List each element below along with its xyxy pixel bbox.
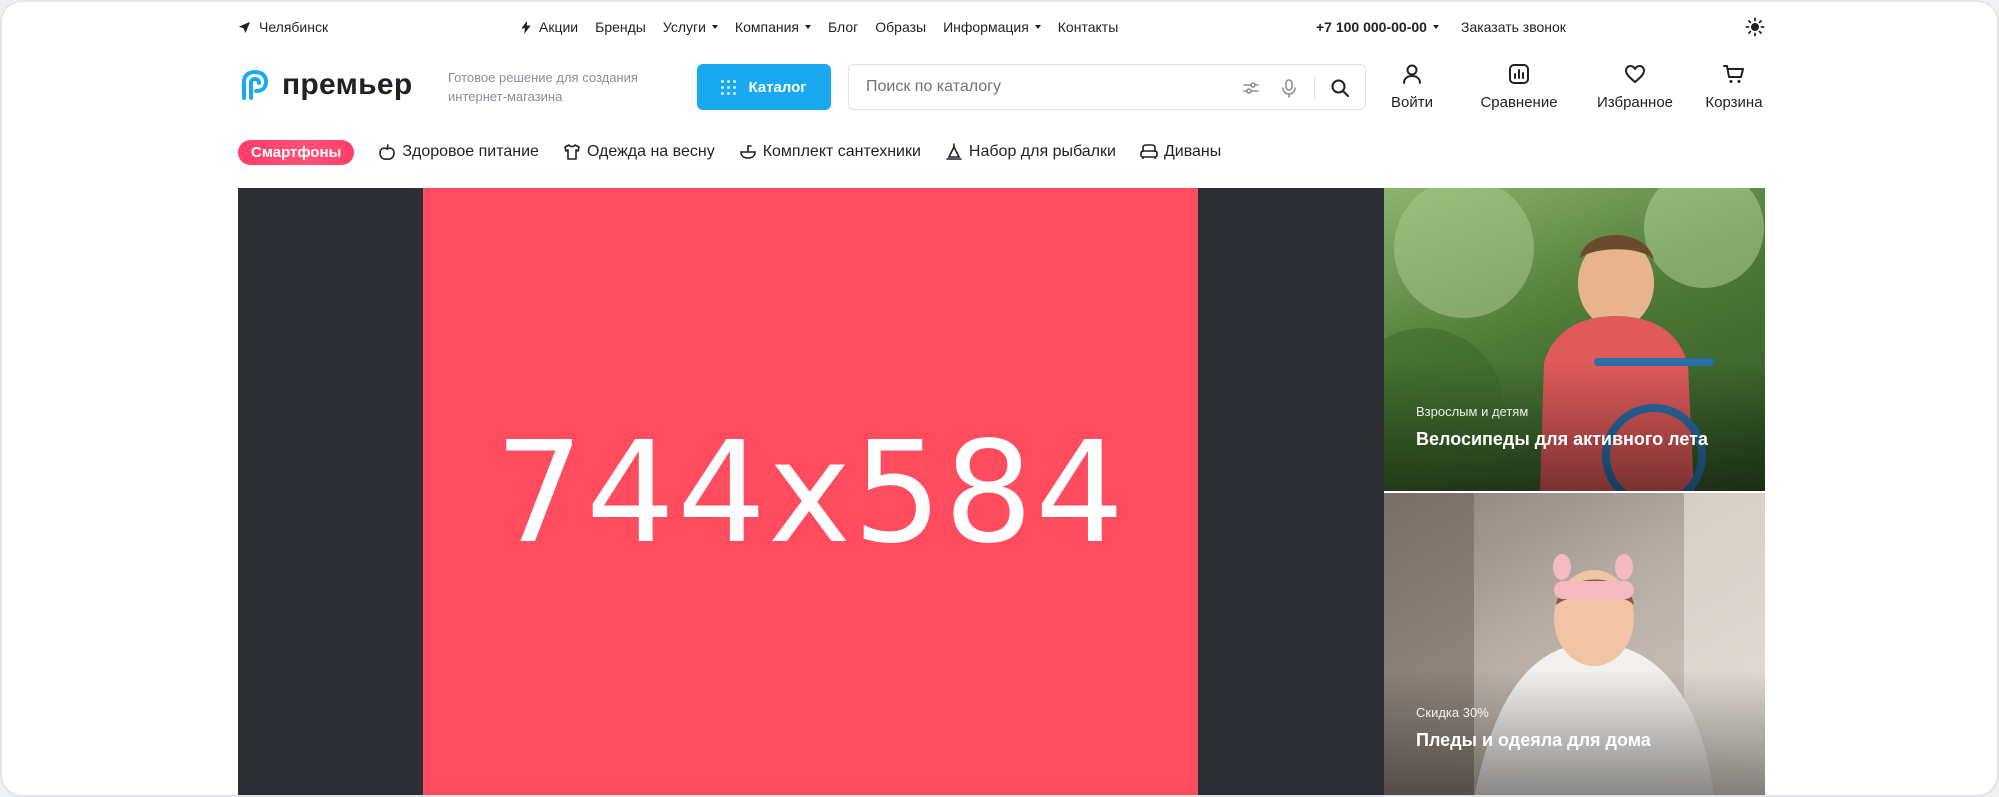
apple-icon <box>379 144 396 160</box>
favorites-label: Избранное <box>1596 94 1674 111</box>
header-actions: Войти Сравнение Избранное Корзина <box>1388 62 1766 111</box>
side-banner-title: Велосипеды для активного лета <box>1416 429 1708 449</box>
category-spring-clothes[interactable]: Одежда на весну <box>563 143 715 161</box>
side-banner-caption: Взрослым и детям Велосипеды для активног… <box>1416 404 1708 450</box>
cart-label: Корзина <box>1705 94 1763 111</box>
logo-text: премьер <box>282 68 413 101</box>
top-nav-label: Бренды <box>595 19 646 35</box>
top-nav-item-looks[interactable]: Образы <box>875 19 926 35</box>
microphone-icon[interactable] <box>1279 78 1299 98</box>
category-label: Диваны <box>1163 143 1222 160</box>
top-nav-item-promo[interactable]: Акции <box>520 19 578 35</box>
top-nav-item-info[interactable]: Информация <box>943 19 1041 35</box>
city-selector[interactable]: Челябинск <box>238 19 328 35</box>
top-nav-label: Акции <box>539 19 579 35</box>
side-banner-blankets[interactable]: Скидка 30% Пледы и одеяла для дома <box>1384 493 1765 795</box>
location-arrow-icon <box>238 21 251 33</box>
sink-icon <box>739 145 756 159</box>
city-label: Челябинск <box>259 19 329 35</box>
callback-link[interactable]: Заказать звонок <box>1461 19 1566 35</box>
phone-label: +7 100 000-00-00 <box>1316 19 1427 35</box>
main-banner[interactable]: 744x584 <box>238 188 1384 795</box>
sofa-icon <box>1140 144 1158 159</box>
lightning-icon <box>521 20 531 34</box>
category-plumbing[interactable]: Комплект сантехники <box>739 143 921 161</box>
category-label: Одежда на весну <box>586 143 715 160</box>
category-label: Набор для рыбалки <box>968 143 1116 160</box>
top-nav-item-contacts[interactable]: Контакты <box>1058 19 1118 35</box>
user-icon <box>1403 64 1421 84</box>
top-nav-label: Информация <box>943 19 1029 35</box>
phone-number[interactable]: +7 100 000-00-00 <box>1316 19 1439 35</box>
heart-icon <box>1625 65 1645 83</box>
page-frame: Челябинск Акции Бренды Услуги Компания Б… <box>0 0 1999 797</box>
top-nav-item-company[interactable]: Компания <box>735 19 811 35</box>
cart-button[interactable]: Корзина <box>1702 62 1766 111</box>
top-nav-label: Услуги <box>662 19 706 35</box>
login-button[interactable]: Войти <box>1388 62 1436 111</box>
catalog-button[interactable]: Каталог <box>697 64 831 110</box>
search-icon[interactable] <box>1330 78 1350 98</box>
logo-mark-icon <box>242 69 269 100</box>
shirt-icon <box>564 144 580 160</box>
caret-down-icon <box>1432 25 1439 29</box>
chart-icon <box>1509 64 1529 84</box>
compare-button[interactable]: Сравнение <box>1479 62 1559 111</box>
header: премьер Готовое решение для создания инт… <box>238 62 1765 114</box>
login-label: Войти <box>1391 94 1433 111</box>
logo[interactable]: премьер <box>238 68 412 102</box>
top-nav-item-brands[interactable]: Бренды <box>595 19 646 35</box>
caret-down-icon <box>1034 25 1041 29</box>
top-nav: Акции Бренды Услуги Компания Блог Образы… <box>520 19 1135 35</box>
top-nav-label: Компания <box>734 19 799 35</box>
side-banner-caption: Скидка 30% Пледы и одеяла для дома <box>1416 705 1651 751</box>
side-banner-subtitle: Взрослым и детям <box>1416 404 1529 419</box>
banner-placeholder: 744x584 <box>423 188 1198 795</box>
tagline: Готовое решение для создания интернет-ма… <box>448 70 638 104</box>
side-banner-bikes[interactable]: Взрослым и детям Велосипеды для активног… <box>1384 188 1765 491</box>
category-fishing[interactable]: Набор для рыбалки <box>945 143 1116 161</box>
sun-icon[interactable] <box>1745 17 1765 37</box>
top-nav-item-services[interactable]: Услуги <box>663 19 718 35</box>
top-nav-label: Контакты <box>1057 19 1119 35</box>
side-banner-title: Пледы и одеяла для дома <box>1416 730 1651 750</box>
category-label: Комплект сантехники <box>762 143 921 160</box>
filter-settings-icon[interactable] <box>1241 78 1261 98</box>
caret-down-icon <box>805 25 811 29</box>
top-nav-label: Блог <box>828 19 859 35</box>
category-chip-smartphones[interactable]: Смартфоны <box>238 139 355 165</box>
top-bar: Челябинск Акции Бренды Услуги Компания Б… <box>238 16 1765 38</box>
catalog-label: Каталог <box>748 78 807 96</box>
compare-label: Сравнение <box>1480 94 1558 111</box>
cart-icon <box>1723 65 1744 83</box>
grid-dots-icon <box>721 79 737 95</box>
favorites-button[interactable]: Избранное <box>1595 62 1675 111</box>
search-input[interactable] <box>866 78 1216 96</box>
search-divider <box>1314 77 1315 99</box>
category-label: Здоровое питание <box>402 143 539 160</box>
banner-placeholder-text: 744x584 <box>494 412 1127 575</box>
category-sofas[interactable]: Диваны <box>1140 143 1221 161</box>
top-nav-label: Образы <box>875 19 927 35</box>
category-healthy-food[interactable]: Здоровое питание <box>378 143 539 161</box>
bait-icon <box>946 143 962 160</box>
side-banner-subtitle: Скидка 30% <box>1416 705 1489 720</box>
search-box <box>848 64 1366 110</box>
category-bar: Смартфоны Здоровое питание Одежда на вес… <box>238 139 1765 165</box>
top-nav-item-blog[interactable]: Блог <box>828 19 858 35</box>
caret-down-icon <box>711 25 718 29</box>
